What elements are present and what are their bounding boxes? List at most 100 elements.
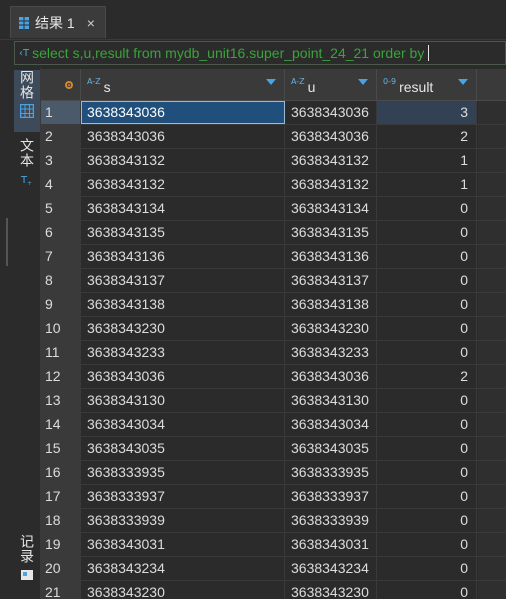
table-row[interactable]: 19 3638343031 3638343031 0: [41, 533, 506, 557]
row-number[interactable]: 14: [41, 413, 81, 436]
cell-u[interactable]: 3638333937: [285, 485, 377, 508]
table-row[interactable]: 4 3638343132 3638343132 1: [41, 173, 506, 197]
close-icon[interactable]: ×: [87, 15, 95, 31]
table-row[interactable]: 17 3638333937 3638333937 0: [41, 485, 506, 509]
query-filter-bar[interactable]: ‹T select s,u,result from mydb_unit16.su…: [14, 41, 506, 65]
cell-result[interactable]: 0: [377, 461, 477, 484]
cell-result[interactable]: 0: [377, 293, 477, 316]
row-number[interactable]: 19: [41, 533, 81, 556]
cell-u[interactable]: 3638343031: [285, 533, 377, 556]
cell-s[interactable]: 3638343132: [81, 173, 285, 196]
cell-u[interactable]: 3638343230: [285, 581, 377, 599]
row-number[interactable]: 15: [41, 437, 81, 460]
row-number[interactable]: 21: [41, 581, 81, 599]
table-row[interactable]: 2 3638343036 3638343036 2: [41, 125, 506, 149]
cell-u[interactable]: 3638343132: [285, 149, 377, 172]
cell-result[interactable]: 0: [377, 221, 477, 244]
cell-result[interactable]: 0: [377, 341, 477, 364]
row-number[interactable]: 13: [41, 389, 81, 412]
cell-s[interactable]: 3638343135: [81, 221, 285, 244]
column-header-s[interactable]: A-Z s: [81, 69, 285, 101]
cell-result[interactable]: 0: [377, 581, 477, 599]
cell-u[interactable]: 3638343134: [285, 197, 377, 220]
row-number[interactable]: 16: [41, 461, 81, 484]
cell-s[interactable]: 3638343233: [81, 341, 285, 364]
row-number[interactable]: 5: [41, 197, 81, 220]
cell-result[interactable]: 0: [377, 485, 477, 508]
table-row[interactable]: 10 3638343230 3638343230 0: [41, 317, 506, 341]
cell-s[interactable]: 3638343034: [81, 413, 285, 436]
table-row[interactable]: 3 3638343132 3638343132 1: [41, 149, 506, 173]
cell-result[interactable]: 0: [377, 413, 477, 436]
row-number[interactable]: 6: [41, 221, 81, 244]
cell-result[interactable]: 2: [377, 365, 477, 388]
cell-s[interactable]: 3638343134: [81, 197, 285, 220]
sort-arrow-icon[interactable]: [358, 79, 368, 85]
row-number[interactable]: 2: [41, 125, 81, 148]
table-row[interactable]: 5 3638343134 3638343134 0: [41, 197, 506, 221]
cell-result[interactable]: 0: [377, 389, 477, 412]
row-number[interactable]: 12: [41, 365, 81, 388]
sidebar-item-grid[interactable]: 网格: [14, 70, 40, 132]
cell-s[interactable]: 3638343130: [81, 389, 285, 412]
sort-arrow-icon[interactable]: [458, 79, 468, 85]
cell-result[interactable]: 0: [377, 197, 477, 220]
row-number[interactable]: 7: [41, 245, 81, 268]
table-row[interactable]: 7 3638343136 3638343136 0: [41, 245, 506, 269]
row-number[interactable]: 8: [41, 269, 81, 292]
sidebar-item-record[interactable]: 记录: [14, 534, 40, 590]
cell-s[interactable]: 3638343132: [81, 149, 285, 172]
cell-result[interactable]: 1: [377, 149, 477, 172]
cell-u[interactable]: 3638333935: [285, 461, 377, 484]
cell-s[interactable]: 3638343036: [81, 101, 285, 124]
cell-s[interactable]: 3638343036: [81, 125, 285, 148]
column-header-u[interactable]: A-Z u: [285, 69, 377, 101]
cell-s[interactable]: 3638343138: [81, 293, 285, 316]
row-number[interactable]: 10: [41, 317, 81, 340]
cell-result[interactable]: 1: [377, 173, 477, 196]
cell-s[interactable]: 3638343035: [81, 437, 285, 460]
table-row[interactable]: 1 3638343036 3638343036 3: [41, 101, 506, 125]
column-header-result[interactable]: 0-9 result: [377, 69, 477, 101]
table-row[interactable]: 8 3638343137 3638343137 0: [41, 269, 506, 293]
query-text[interactable]: select s,u,result from mydb_unit16.super…: [32, 45, 424, 61]
cell-s[interactable]: 3638343230: [81, 317, 285, 340]
cell-u[interactable]: 3638343138: [285, 293, 377, 316]
cell-u[interactable]: 3638333939: [285, 509, 377, 532]
cell-u[interactable]: 3638343135: [285, 221, 377, 244]
cell-u[interactable]: 3638343132: [285, 173, 377, 196]
cell-result[interactable]: 0: [377, 245, 477, 268]
row-number[interactable]: 1: [41, 101, 81, 124]
cell-result[interactable]: 0: [377, 509, 477, 532]
table-row[interactable]: 14 3638343034 3638343034 0: [41, 413, 506, 437]
cell-result[interactable]: 0: [377, 557, 477, 580]
cell-result[interactable]: 3: [377, 101, 477, 124]
cell-u[interactable]: 3638343036: [285, 101, 377, 124]
row-number[interactable]: 3: [41, 149, 81, 172]
table-row[interactable]: 15 3638343035 3638343035 0: [41, 437, 506, 461]
row-selector-header[interactable]: [41, 69, 81, 101]
cell-u[interactable]: 3638343234: [285, 557, 377, 580]
table-row[interactable]: 20 3638343234 3638343234 0: [41, 557, 506, 581]
cell-u[interactable]: 3638343036: [285, 125, 377, 148]
cell-s[interactable]: 3638343137: [81, 269, 285, 292]
cell-s[interactable]: 3638343031: [81, 533, 285, 556]
cell-s[interactable]: 3638333939: [81, 509, 285, 532]
table-row[interactable]: 13 3638343130 3638343130 0: [41, 389, 506, 413]
cell-result[interactable]: 0: [377, 317, 477, 340]
cell-u[interactable]: 3638343137: [285, 269, 377, 292]
row-number[interactable]: 17: [41, 485, 81, 508]
cell-result[interactable]: 0: [377, 533, 477, 556]
cell-s[interactable]: 3638343036: [81, 365, 285, 388]
table-row[interactable]: 9 3638343138 3638343138 0: [41, 293, 506, 317]
table-row[interactable]: 18 3638333939 3638333939 0: [41, 509, 506, 533]
cell-s[interactable]: 3638343230: [81, 581, 285, 599]
table-row[interactable]: 6 3638343135 3638343135 0: [41, 221, 506, 245]
tab-result-1[interactable]: 结果 1 ×: [10, 6, 106, 38]
cell-u[interactable]: 3638343130: [285, 389, 377, 412]
table-row[interactable]: 16 3638333935 3638333935 0: [41, 461, 506, 485]
row-number[interactable]: 20: [41, 557, 81, 580]
cell-s[interactable]: 3638333937: [81, 485, 285, 508]
cell-result[interactable]: 2: [377, 125, 477, 148]
cell-u[interactable]: 3638343233: [285, 341, 377, 364]
